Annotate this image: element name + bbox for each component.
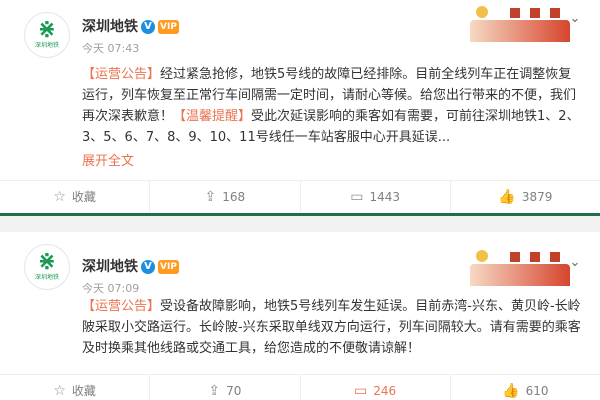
avatar[interactable]: ⋇ 深圳地铁 bbox=[24, 244, 70, 290]
great-wall-banner-icon bbox=[470, 2, 570, 42]
comment-button[interactable]: ▭ 1443 bbox=[301, 181, 451, 212]
comment-icon: ▭ bbox=[354, 382, 368, 399]
post-separator bbox=[0, 216, 600, 232]
comment-count: 1443 bbox=[369, 189, 401, 204]
repost-button[interactable]: ⇪ 168 bbox=[150, 181, 301, 212]
favorite-label: 收藏 bbox=[71, 384, 96, 398]
verified-badge-icon: V bbox=[141, 20, 155, 34]
like-icon: 👍 bbox=[502, 382, 520, 399]
vip-badge-icon: VIP bbox=[158, 260, 179, 274]
author-name-label: 深圳地铁 bbox=[82, 259, 138, 275]
comment-icon: ▭ bbox=[350, 188, 364, 205]
chevron-down-icon[interactable]: ⌄ bbox=[568, 12, 582, 26]
post-body: 【运营公告】经过紧急抢修，地铁5号线的故障已经排除。目前全线列车正在调整恢复运行… bbox=[82, 64, 582, 148]
like-button[interactable]: 👍 3879 bbox=[451, 181, 600, 212]
expand-full-text-link[interactable]: 展开全文 bbox=[82, 150, 134, 169]
star-icon: ☆ bbox=[53, 188, 66, 205]
weibo-post-2: ⋇ 深圳地铁 深圳地铁 V VIP 今天 07:09 ⌄ 【运营公告】受设备故障影响… bbox=[0, 232, 600, 400]
action-bar: ☆ 收藏 ⇪ 168 ▭ 1443 👍 3879 bbox=[0, 180, 600, 212]
shenzhen-metro-logo-icon: ⋇ bbox=[37, 249, 57, 274]
vip-badge-icon: VIP bbox=[158, 20, 179, 34]
action-bar: ☆ 收藏 ⇪ 70 ▭ 246 👍 610 bbox=[0, 374, 600, 400]
repost-count: 168 bbox=[222, 189, 246, 204]
like-count: 610 bbox=[525, 383, 549, 398]
favorite-button[interactable]: ☆ 收藏 bbox=[0, 375, 151, 400]
post-time[interactable]: 今天 07:09 bbox=[82, 280, 139, 296]
repost-button[interactable]: ⇪ 70 bbox=[150, 375, 301, 400]
favorite-label: 收藏 bbox=[71, 190, 96, 204]
like-count: 3879 bbox=[521, 189, 553, 204]
share-icon: ⇪ bbox=[208, 382, 221, 399]
like-icon: 👍 bbox=[498, 188, 516, 205]
author-name-label: 深圳地铁 bbox=[82, 19, 138, 35]
post-body: 【运营公告】受设备故障影响，地铁5号线列车发生延误。目前赤湾-兴东、黄贝岭-长岭… bbox=[82, 296, 582, 359]
comment-count: 246 bbox=[373, 383, 397, 398]
author-name[interactable]: 深圳地铁 V VIP bbox=[82, 256, 179, 276]
like-button[interactable]: 👍 610 bbox=[451, 375, 600, 400]
favorite-button[interactable]: ☆ 收藏 bbox=[0, 181, 151, 212]
shenzhen-metro-logo-icon: ⋇ bbox=[37, 17, 57, 42]
avatar-text: 深圳地铁 bbox=[34, 42, 59, 49]
verified-badge-icon: V bbox=[141, 260, 155, 274]
star-icon: ☆ bbox=[53, 382, 66, 399]
avatar-text: 深圳地铁 bbox=[34, 274, 59, 281]
avatar[interactable]: ⋇ 深圳地铁 bbox=[24, 12, 70, 58]
great-wall-banner-icon bbox=[470, 246, 570, 286]
author-name[interactable]: 深圳地铁 V VIP bbox=[82, 16, 179, 36]
post-body-text: 【运营公告】经过紧急抢修，地铁5号线的故障已经排除。目前全线列车正在调整恢复运行… bbox=[82, 67, 580, 145]
share-icon: ⇪ bbox=[204, 188, 217, 205]
comment-button[interactable]: ▭ 246 bbox=[301, 375, 451, 400]
weibo-post-1: ⋇ 深圳地铁 深圳地铁 V VIP 今天 07:43 ⌄ 【运营公告】经过紧急抢修，… bbox=[0, 0, 600, 216]
post-time[interactable]: 今天 07:43 bbox=[82, 40, 139, 56]
post-body-text: 【运营公告】受设备故障影响，地铁5号线列车发生延误。目前赤湾-兴东、黄贝岭-长岭… bbox=[82, 299, 581, 356]
repost-count: 70 bbox=[226, 383, 242, 398]
chevron-down-icon[interactable]: ⌄ bbox=[568, 256, 582, 270]
